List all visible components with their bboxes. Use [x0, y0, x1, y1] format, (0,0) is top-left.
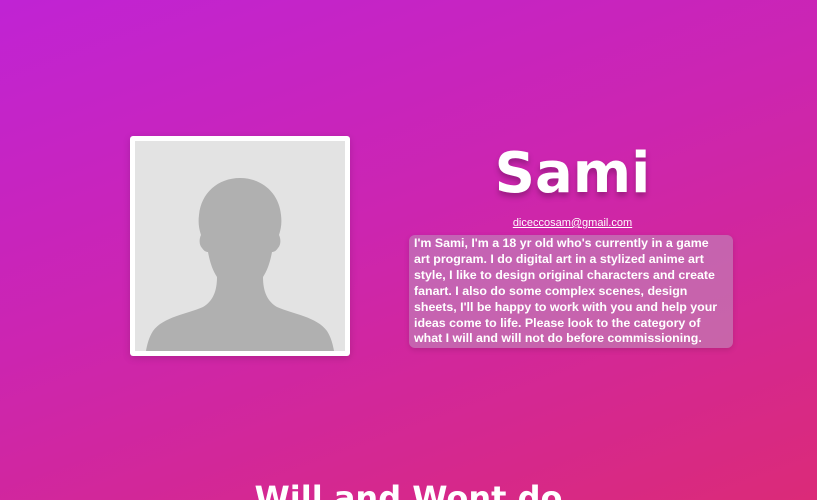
email-link[interactable]: diceccosam@gmail.com — [410, 216, 735, 230]
person-silhouette-icon — [146, 178, 334, 351]
bio-text: I'm Sami, I'm a 18 yr old who's currentl… — [409, 235, 733, 349]
profile-name: Sami — [494, 141, 651, 206]
avatar — [135, 141, 345, 351]
profile-photo-frame — [130, 136, 350, 356]
will-and-wont-heading: Will and Wont do — [254, 479, 563, 500]
